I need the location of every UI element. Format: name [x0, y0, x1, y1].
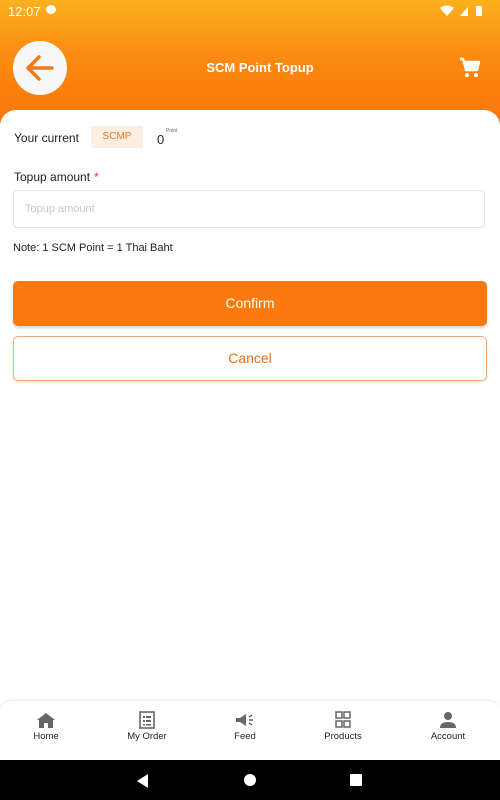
status-bar: 12:07	[0, 0, 500, 22]
notification-icon	[46, 5, 56, 14]
current-balance-label: Your current	[14, 131, 79, 145]
conversion-note: Note: 1 SCM Point = 1 Thai Baht	[13, 242, 173, 254]
nav-item-feed[interactable]: Feed	[195, 701, 295, 761]
points-unit: Point	[166, 128, 178, 134]
home-icon	[37, 713, 55, 728]
nav-item-account[interactable]: Account	[398, 701, 498, 761]
scmp-chip: SCMP	[91, 126, 143, 148]
topup-amount-input[interactable]	[13, 190, 485, 228]
signal-icon	[440, 5, 482, 16]
nav-item-my-order[interactable]: My Order	[97, 701, 197, 761]
cancel-button[interactable]: Cancel	[13, 336, 487, 381]
nav-label-my-order: My Order	[127, 731, 167, 742]
nav-label-account: Account	[430, 731, 466, 742]
status-time: 12:07	[8, 4, 41, 19]
person-icon	[440, 712, 456, 728]
confirm-button[interactable]: Confirm	[13, 281, 487, 326]
system-back-icon[interactable]	[135, 773, 151, 789]
system-home-icon[interactable]	[244, 774, 256, 786]
points-value: 0	[157, 132, 165, 147]
topup-amount-label: Topup amount *	[14, 170, 99, 184]
system-recents-icon[interactable]	[350, 774, 362, 786]
topup-amount-label-text: Topup amount	[14, 170, 91, 184]
bottom-navigation: Home My Order Feed Products Account	[0, 700, 500, 761]
page-title: SCM Point Topup	[206, 60, 314, 75]
nav-label-feed: Feed	[234, 731, 256, 742]
cart-icon[interactable]	[458, 57, 482, 79]
required-mark: *	[94, 170, 99, 184]
megaphone-icon	[236, 714, 253, 726]
order-list-icon	[139, 711, 155, 729]
nav-item-home[interactable]: Home	[0, 701, 96, 761]
grid-icon	[335, 711, 351, 728]
nav-item-products[interactable]: Products	[293, 701, 393, 761]
nav-label-home: Home	[33, 731, 59, 742]
nav-label-products: Products	[324, 731, 362, 742]
